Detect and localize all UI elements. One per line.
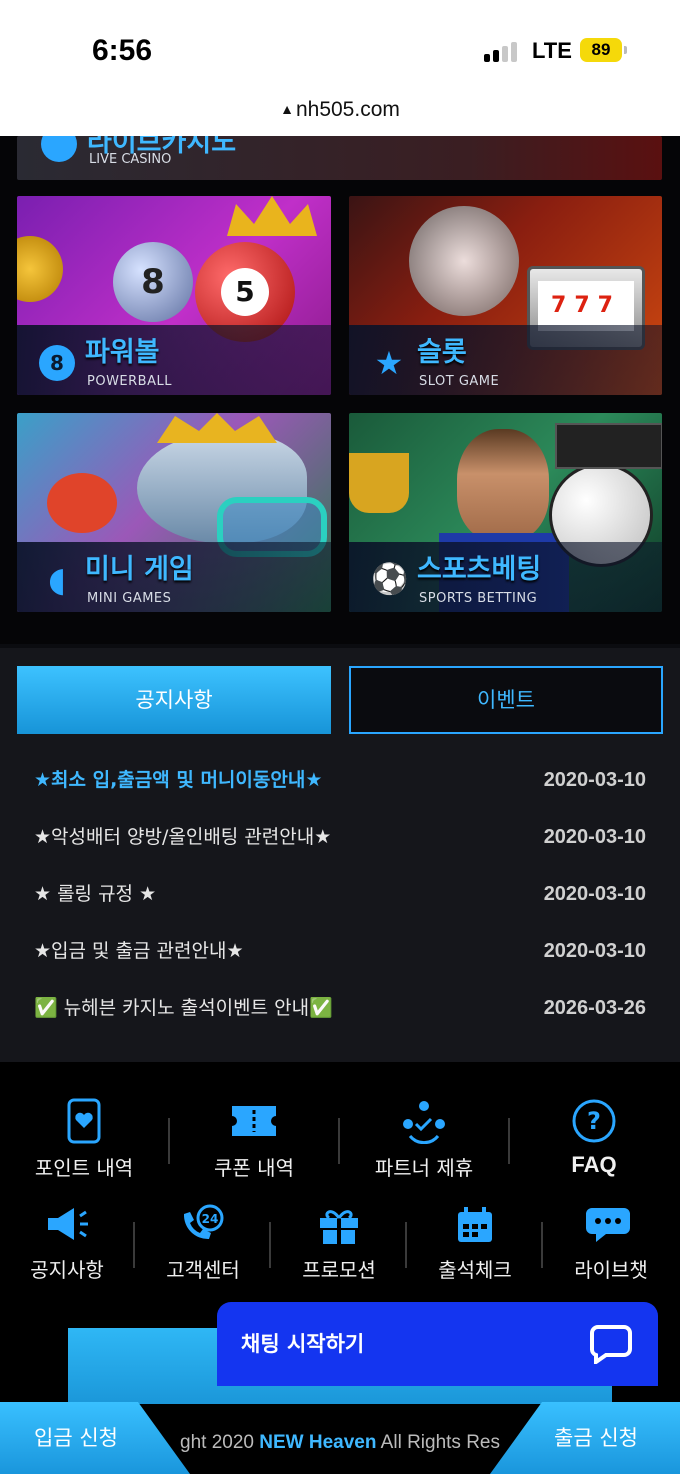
notice-panel: 공지사항 이벤트 ★최소 입,출금액 및 머니이동안내★ 2020-03-10 … — [0, 648, 680, 1062]
game-title: 미니 게임 — [85, 554, 194, 585]
screen-decoration — [555, 423, 662, 469]
notice-item[interactable]: ★입금 및 출금 관련안내★ 2020-03-10 — [34, 931, 646, 971]
phone-heart-icon — [67, 1098, 101, 1144]
notice-date: 2020-03-10 — [543, 826, 646, 848]
eight-ball-icon: 8 — [39, 345, 75, 381]
quick-label: 포인트 내역 — [34, 1156, 134, 1180]
game-tile-sports-betting[interactable]: ⚽ 스포츠베팅 SPORTS BETTING — [349, 413, 662, 612]
divider — [338, 1118, 340, 1164]
url-text: nh505.com — [295, 98, 400, 121]
game-tile-slot[interactable]: 777 ★ 슬롯 SLOT GAME — [349, 196, 662, 395]
divider — [541, 1222, 543, 1268]
chat-label: 채팅 시작하기 — [241, 1332, 365, 1356]
game-title: 슬롯 — [417, 337, 467, 368]
megaphone-icon — [48, 1208, 88, 1240]
star-icon: ★ — [374, 344, 404, 382]
notice-date: 2026-03-26 — [543, 997, 646, 1019]
notice-item[interactable]: ✅ 뉴헤븐 카지노 출석이벤트 안내✅ 2026-03-26 — [34, 988, 646, 1028]
tab-notice[interactable]: 공지사항 — [17, 666, 331, 734]
ticket-icon — [232, 1106, 276, 1136]
quick-customer-center[interactable]: 24 고객센터 — [136, 1204, 270, 1283]
quick-label: 고객센터 — [166, 1258, 240, 1282]
chat-start-button[interactable]: 채팅 시작하기 — [217, 1302, 658, 1386]
divider — [133, 1222, 135, 1268]
reel-decoration — [409, 206, 519, 316]
quick-label: FAQ — [571, 1152, 617, 1177]
svg-text:24: 24 — [202, 1212, 219, 1226]
notice-date: 2020-03-10 — [543, 883, 646, 905]
divider — [508, 1118, 510, 1164]
notice-title: ✅ 뉴헤븐 카지노 출석이벤트 안내✅ — [34, 997, 333, 1019]
ball-8-decoration: 8 — [113, 242, 193, 322]
notice-date: 2020-03-10 — [543, 769, 646, 791]
notice-title: ★최소 입,출금액 및 머니이동안내★ — [34, 769, 323, 791]
battery-icon: 89 — [580, 38, 627, 62]
notice-item[interactable]: ★악성배터 양방/올인배팅 관련안내★ 2020-03-10 — [34, 817, 646, 857]
game-subtitle: SLOT GAME — [419, 374, 500, 389]
status-bar: 6:56 LTE 89 — [0, 0, 680, 98]
chat-bubble-icon — [590, 1325, 632, 1364]
svg-text:?: ? — [587, 1107, 601, 1135]
divider — [168, 1118, 170, 1164]
game-grid: 라이브카지노 LIVE CASINO 8 5 8 파워볼 POWERBALL 7… — [0, 136, 680, 644]
notice-item[interactable]: ★최소 입,출금액 및 머니이동안내★ 2020-03-10 — [34, 760, 646, 800]
copyright-brand: NEW Heaven — [259, 1432, 377, 1453]
partner-network-icon — [403, 1101, 445, 1144]
game-subtitle: MINI GAMES — [87, 591, 172, 606]
crown-decoration — [157, 413, 277, 443]
phone-24-icon: 24 — [183, 1204, 224, 1240]
quick-faq[interactable]: ? FAQ — [524, 1098, 664, 1178]
soccer-ball-icon: ⚽ — [371, 562, 409, 597]
copyright-suffix: All Rights Res — [376, 1432, 500, 1453]
game-title: 스포츠베팅 — [417, 554, 542, 585]
quick-coupon-history[interactable]: 쿠폰 내역 — [184, 1098, 324, 1181]
notice-date: 2020-03-10 — [543, 940, 646, 962]
quick-notice[interactable]: 공지사항 — [0, 1204, 134, 1283]
gift-icon — [320, 1210, 358, 1244]
notice-title: ★입금 및 출금 관련안내★ — [34, 940, 244, 962]
calendar-icon — [458, 1207, 492, 1242]
chat-bubbles-icon — [586, 1208, 630, 1242]
player-decoration — [457, 429, 549, 541]
game-tile-mini-games[interactable]: ◖ 미니 게임 MINI GAMES — [17, 413, 331, 612]
quick-promotion[interactable]: 프로모션 — [272, 1204, 406, 1283]
notice-title: ★악성배터 양방/올인배팅 관련안내★ — [34, 826, 332, 848]
crab-decoration — [47, 473, 117, 533]
divider — [269, 1222, 271, 1268]
quick-attendance[interactable]: 출석체크 — [408, 1204, 542, 1283]
address-bar[interactable]: ▲nh505.com — [0, 98, 680, 136]
game-tile-powerball[interactable]: 8 5 8 파워볼 POWERBALL — [17, 196, 331, 395]
quick-label: 라이브챗 — [574, 1258, 648, 1282]
quick-point-history[interactable]: 포인트 내역 — [14, 1098, 154, 1181]
quick-label: 프로모션 — [302, 1258, 376, 1282]
question-icon: ? — [572, 1099, 616, 1143]
notice-item[interactable]: ★ 롤링 규정 ★ 2020-03-10 — [34, 874, 646, 914]
status-time: 6:56 — [92, 34, 153, 67]
notice-title: ★ 롤링 규정 ★ — [34, 883, 157, 905]
tab-event[interactable]: 이벤트 — [349, 666, 663, 734]
quick-live-chat[interactable]: 라이브챗 — [544, 1204, 678, 1283]
game-subtitle: LIVE CASINO — [89, 152, 172, 167]
game-tile-live-casino[interactable]: 라이브카지노 LIVE CASINO — [17, 136, 662, 180]
divider — [405, 1222, 407, 1268]
game-subtitle: POWERBALL — [87, 374, 172, 389]
quick-label: 파트너 제휴 — [374, 1156, 474, 1180]
network-type: LTE — [532, 38, 572, 63]
trophy-decoration — [349, 453, 409, 513]
quick-label: 공지사항 — [30, 1258, 104, 1282]
copyright-prefix: ght 2020 — [180, 1432, 260, 1453]
game-title: 파워볼 — [85, 337, 160, 368]
pacman-icon: ◖ — [48, 560, 66, 600]
quick-label: 쿠폰 내역 — [214, 1156, 294, 1180]
signal-icon — [484, 40, 520, 62]
warning-icon: ▲ — [280, 101, 294, 117]
quick-partner[interactable]: 파트너 제휴 — [354, 1098, 494, 1181]
game-subtitle: SPORTS BETTING — [419, 591, 538, 606]
quick-label: 출석체크 — [438, 1258, 512, 1282]
